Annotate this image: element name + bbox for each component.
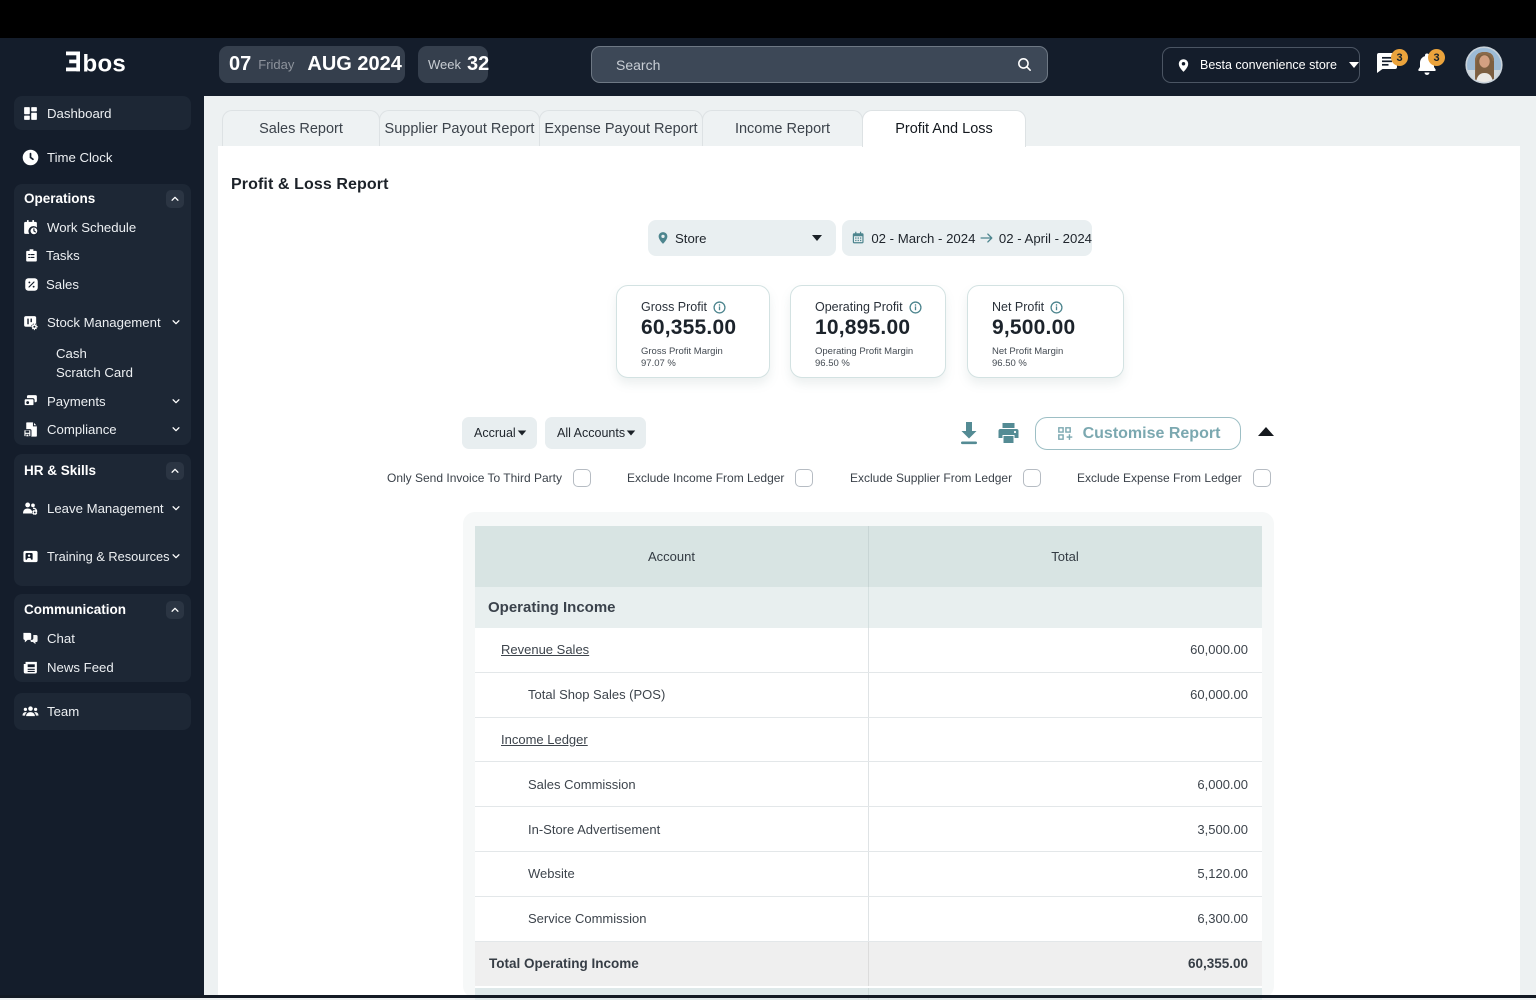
svg-text:bos: bos — [83, 50, 127, 73]
